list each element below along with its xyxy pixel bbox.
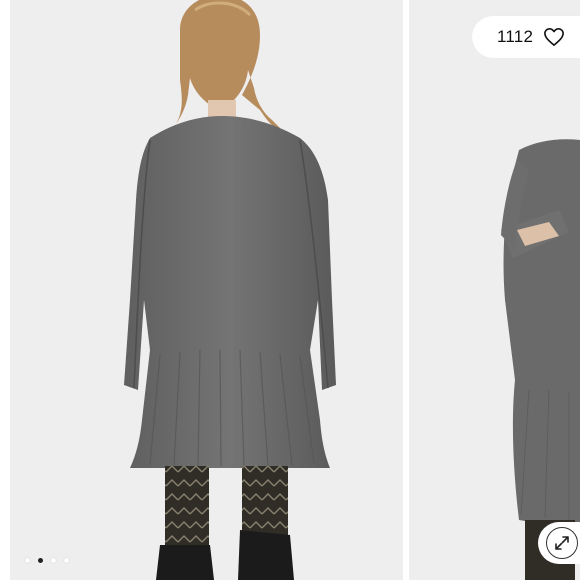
product-image-side-view[interactable] [409,0,580,580]
previous-slide-edge [0,0,10,580]
pagination-dot-1[interactable] [25,558,30,563]
pagination-dot-3[interactable] [51,558,56,563]
product-photo-side [409,0,580,580]
expand-icon-circle [546,527,578,559]
image-carousel[interactable]: 1112 [0,0,580,580]
pagination-dot-4[interactable] [64,558,69,563]
favorite-button[interactable]: 1112 [472,16,580,58]
product-photo [10,0,403,580]
carousel-pagination [25,558,69,563]
expand-image-button[interactable] [538,522,580,564]
expand-arrows-icon [555,536,569,550]
favorite-count: 1112 [497,27,534,46]
pagination-dot-2[interactable] [38,558,43,563]
heart-outline-icon [544,28,565,46]
product-image-back-view[interactable] [10,0,403,580]
